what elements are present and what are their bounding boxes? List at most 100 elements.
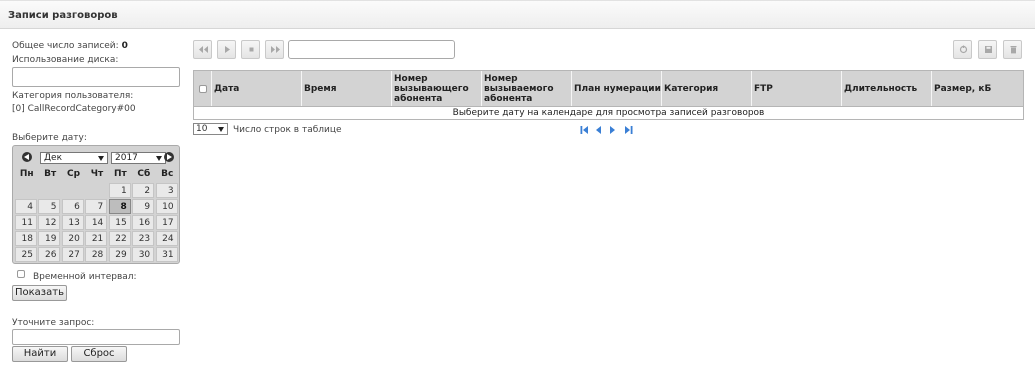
weekday: Вт [44, 169, 57, 179]
refine-query-input[interactable] [12, 329, 180, 345]
calendar-day[interactable]: 5 [38, 199, 61, 214]
page-title: Записи разговоров [8, 10, 118, 21]
time-interval-label: Временной интервал: [33, 272, 137, 282]
weekday: Чт [90, 169, 104, 179]
total-records-text: Общее число записей: [12, 41, 119, 51]
month-select[interactable]: Дек [40, 152, 108, 164]
calendar-day[interactable]: 14 [85, 215, 108, 230]
table-header: Дата Время Номер вызывающего абонента Но… [193, 70, 1024, 107]
calendar-day[interactable]: 15 [108, 215, 131, 230]
refresh-icon [959, 45, 968, 54]
time-interval-checkbox[interactable] [17, 270, 25, 278]
column-header-date[interactable]: Дата [212, 71, 302, 106]
chevron-down-icon [156, 156, 162, 161]
fast-forward-button[interactable] [265, 40, 284, 59]
calendar-day[interactable]: 8 [108, 199, 131, 214]
column-header-size[interactable]: Размер, кБ [932, 71, 1023, 106]
save-button[interactable] [978, 40, 997, 59]
total-records-label: Общее число записей: 0 [12, 41, 128, 51]
disk-usage-label: Использование диска: [12, 55, 119, 65]
month-value: Дек [44, 153, 63, 163]
column-header-caller[interactable]: Номер вызывающего абонента [392, 71, 482, 106]
calendar-day[interactable]: 27 [61, 247, 84, 262]
next-page-icon[interactable] [609, 125, 616, 135]
select-all-checkbox[interactable] [199, 85, 207, 93]
calendar-day[interactable]: 18 [15, 231, 37, 246]
weekday: Пн [19, 169, 34, 179]
weekday: Вс [161, 169, 174, 179]
choose-date-label: Выберите дату: [12, 133, 87, 143]
first-page-icon[interactable] [580, 125, 589, 135]
calendar-day[interactable]: 17 [155, 215, 178, 230]
calendar-day[interactable]: 10 [155, 199, 178, 214]
title-bar: Записи разговоров [0, 0, 1035, 29]
delete-button[interactable] [1003, 40, 1022, 59]
column-header-time[interactable]: Время [302, 71, 392, 106]
weekday: Ср [67, 169, 81, 179]
total-records-value: 0 [121, 41, 128, 51]
play-icon [225, 46, 230, 53]
empty-table-message: Выберите дату на календаре для просмотра… [193, 107, 1024, 120]
last-page-icon[interactable] [624, 125, 633, 135]
column-header-ftp[interactable]: FTP [752, 71, 842, 106]
rewind-icon [199, 46, 208, 53]
calendar-day[interactable]: 29 [108, 247, 131, 262]
column-header-category[interactable]: Категория [662, 71, 752, 106]
calendar-day[interactable]: 6 [61, 199, 84, 214]
year-select[interactable]: 2017 [111, 152, 166, 164]
user-category-label: Категория пользователя: [12, 91, 134, 101]
chevron-down-icon [98, 156, 104, 161]
calendar-day[interactable]: 26 [38, 247, 61, 262]
prev-month-icon[interactable] [22, 152, 32, 162]
calendar-day[interactable]: 25 [15, 247, 37, 262]
calendar-day[interactable]: 30 [132, 247, 155, 262]
column-header-callee[interactable]: Номер вызываемого абонента [482, 71, 572, 106]
find-button[interactable]: Найти [12, 346, 68, 362]
rewind-button[interactable] [193, 40, 212, 59]
next-month-icon[interactable] [164, 152, 174, 162]
calendar-day[interactable]: 23 [132, 231, 155, 246]
rows-per-page-label: Число строк в таблице [233, 125, 342, 135]
calendar-day[interactable]: 11 [15, 215, 37, 230]
calendar-day[interactable]: 4 [15, 199, 37, 214]
date-calendar: Дек 2017 Пн Вт Ср Чт Пт Сб Вс 1234567891… [12, 145, 180, 264]
refine-query-label: Уточните запрос: [12, 318, 95, 328]
calendar-day[interactable]: 22 [108, 231, 131, 246]
calendar-day[interactable]: 21 [85, 231, 108, 246]
fast-forward-icon [271, 46, 280, 53]
disk-usage-field [12, 67, 180, 87]
column-header-numbering-plan[interactable]: План нумерации [572, 71, 662, 106]
stop-button[interactable] [241, 40, 260, 59]
rows-per-page-select[interactable]: 10 [193, 123, 228, 135]
play-button[interactable] [217, 40, 236, 59]
column-header-duration[interactable]: Длительность [842, 71, 932, 106]
calendar-day[interactable]: 1 [108, 183, 131, 198]
calendar-day[interactable]: 3 [155, 183, 178, 198]
prev-page-icon[interactable] [595, 125, 602, 135]
calendar-day[interactable]: 9 [132, 199, 155, 214]
reset-button[interactable]: Сброс [71, 346, 127, 362]
save-icon [985, 46, 992, 53]
calendar-day[interactable]: 13 [61, 215, 84, 230]
year-value: 2017 [115, 153, 138, 163]
chevron-down-icon [218, 127, 224, 132]
trash-icon [1010, 46, 1017, 54]
select-all-cell [194, 71, 212, 106]
stop-icon [249, 47, 254, 52]
calendar-day[interactable]: 20 [61, 231, 84, 246]
calendar-day[interactable]: 31 [155, 247, 178, 262]
weekday: Сб [137, 169, 151, 179]
refresh-button[interactable] [953, 40, 972, 59]
calendar-day[interactable]: 12 [38, 215, 61, 230]
calendar-day[interactable]: 16 [132, 215, 155, 230]
weekday: Пт [114, 169, 127, 179]
calendar-day[interactable]: 28 [85, 247, 108, 262]
calendar-day[interactable]: 24 [155, 231, 178, 246]
calendar-day[interactable]: 19 [38, 231, 61, 246]
calendar-day[interactable]: 2 [132, 183, 155, 198]
user-category-value: [0] CallRecordCategory#00 [12, 104, 136, 114]
rows-per-page-value: 10 [196, 124, 208, 134]
show-button[interactable]: Показать [12, 285, 67, 301]
calendar-day[interactable]: 7 [85, 199, 108, 214]
track-progress-field[interactable] [288, 40, 455, 59]
